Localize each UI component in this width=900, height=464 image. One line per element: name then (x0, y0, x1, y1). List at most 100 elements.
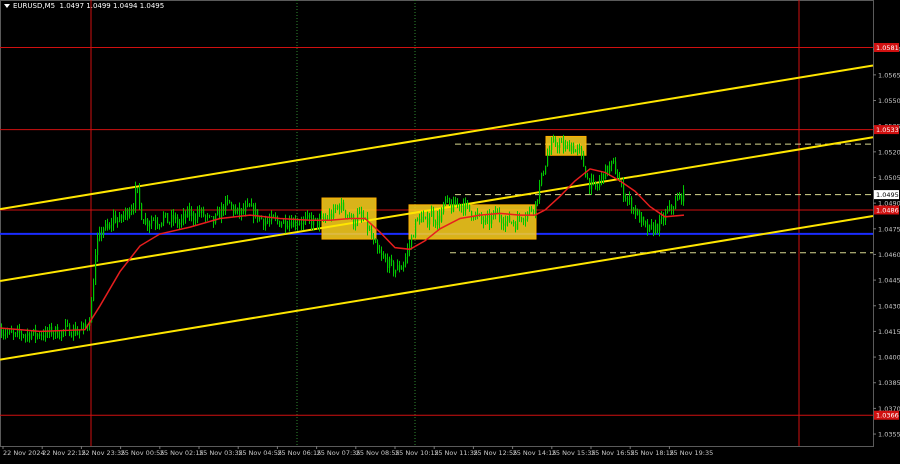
candle-body (415, 219, 417, 237)
candle-body (159, 225, 161, 227)
candle-body (389, 258, 391, 269)
candle-body (101, 231, 103, 236)
candle-body (21, 332, 23, 336)
candle-body (199, 211, 201, 214)
candle-body (49, 326, 51, 334)
y-tick-label: 1.0415 (878, 328, 900, 336)
x-tick-label: 25 Nov 04:55 (238, 449, 282, 457)
y-tick-label: 1.0355 (878, 431, 900, 439)
candle-body (509, 216, 511, 223)
candle-body (633, 207, 635, 211)
candle-body (57, 326, 59, 338)
candle-body (309, 214, 311, 219)
candle-body (443, 202, 445, 213)
candle-body (181, 218, 183, 223)
candle-body (7, 332, 9, 334)
y-tick-label: 1.0430 (878, 302, 900, 310)
level-label-resistance-low: 1.0486 (876, 206, 899, 214)
x-tick-label: 25 Nov 00:55 (121, 449, 165, 457)
price-chart[interactable]: 1.0355 1.0370 1.0385 1.0400 1.0415 1.0430 1.04… (0, 0, 900, 460)
candle-body (135, 187, 137, 209)
candle-body (351, 215, 353, 218)
candle-body (571, 145, 573, 152)
candle-body (239, 207, 241, 215)
candle-body (67, 324, 69, 326)
candle-body (245, 205, 247, 212)
candle-body (381, 253, 383, 256)
chart-canvas[interactable]: 1.03551.03701.03851.04001.04151.04301.04… (0, 0, 900, 460)
candle-body (23, 335, 25, 337)
candle-body (17, 330, 19, 333)
candle-body (259, 216, 261, 220)
candle-body (123, 214, 125, 219)
candle-body (387, 259, 389, 269)
candle-body (9, 330, 11, 333)
candle-body (521, 217, 523, 220)
level-label-resistance-mid: 1.0533 (876, 126, 899, 134)
candle-body (191, 212, 193, 216)
candle-body (225, 199, 227, 212)
candle-body (451, 204, 453, 212)
candle-body (539, 184, 541, 200)
y-tick-label: 1.0565 (878, 71, 900, 79)
y-tick-label: 1.0400 (878, 354, 900, 362)
candle-body (581, 148, 583, 154)
x-tick-label: 22 Nov 23:35 (81, 449, 125, 457)
level-label-resistance-top: 1.0581 (876, 44, 899, 52)
x-tick-label: 25 Nov 08:55 (356, 449, 400, 457)
candle-body (417, 218, 419, 220)
candle-body (65, 325, 67, 330)
candle-body (127, 209, 129, 217)
level-label-support-bottom: 1.0366 (876, 412, 899, 420)
candle-body (525, 218, 527, 221)
candle-body (649, 224, 651, 232)
candle-body (263, 219, 265, 226)
candle-body (405, 256, 407, 265)
candle-body (681, 194, 683, 202)
candle-body (341, 202, 343, 211)
candle-body (185, 213, 187, 218)
candle-body (609, 165, 611, 174)
candle-body (169, 222, 171, 224)
candle-body (423, 216, 425, 218)
candle-body (293, 220, 295, 228)
candle-body (589, 178, 591, 190)
candle-body (465, 201, 467, 211)
candle-body (179, 222, 181, 225)
candle-body (531, 208, 533, 211)
candle-body (235, 209, 237, 213)
candle-body (3, 334, 5, 337)
candle-body (573, 145, 575, 153)
candle-body (559, 142, 561, 148)
candle-body (637, 211, 639, 215)
candle-body (483, 220, 485, 223)
candle-body (603, 173, 605, 180)
candle-body (41, 335, 43, 337)
candle-body (161, 222, 163, 226)
candle-body (133, 208, 135, 210)
candle-body (193, 212, 195, 221)
candle-body (269, 220, 271, 222)
candle-body (591, 179, 593, 190)
candle-body (331, 213, 333, 218)
candle-body (15, 332, 17, 334)
candle-body (565, 145, 567, 149)
candle-body (83, 323, 85, 328)
candle-body (61, 330, 63, 338)
candle-body (645, 221, 647, 225)
candle-body (557, 145, 559, 148)
candle-body (143, 219, 145, 224)
candle-body (653, 225, 655, 234)
x-tick-label: 25 Nov 10:15 (395, 449, 439, 457)
candle-body (513, 221, 515, 224)
candle-body (109, 225, 111, 229)
candle-body (173, 214, 175, 220)
candle-body (53, 333, 55, 335)
candle-body (683, 189, 685, 202)
candle-body (597, 186, 599, 188)
candle-body (447, 198, 449, 200)
candle-body (437, 215, 439, 226)
candle-body (151, 220, 153, 224)
candle-body (659, 219, 661, 231)
candle-body (349, 215, 351, 218)
